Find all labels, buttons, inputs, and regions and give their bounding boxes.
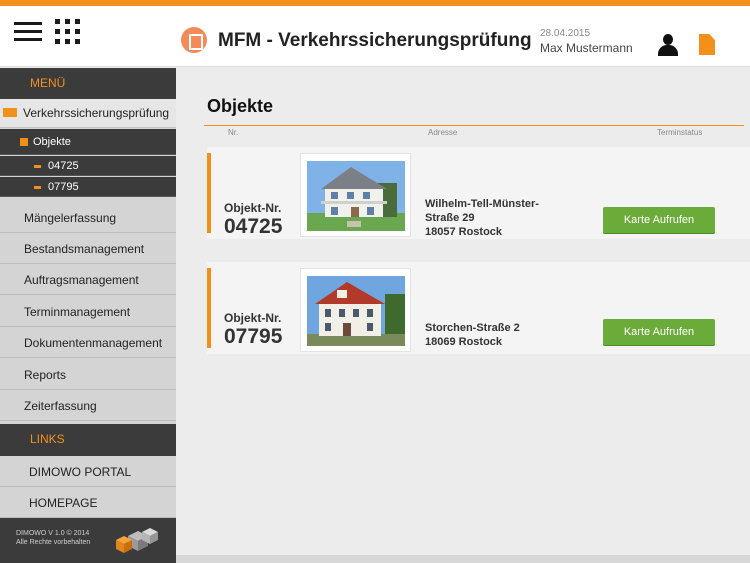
object-nr-label: Objekt-Nr. bbox=[224, 311, 282, 325]
karte-aufrufen-button[interactable]: Karte Aufrufen bbox=[603, 319, 715, 345]
sidebar-item-bestandsmanagement[interactable]: Bestandsmanagement bbox=[0, 233, 176, 264]
column-header-nr: Nr. bbox=[228, 128, 239, 137]
card-accent bbox=[207, 268, 211, 348]
links-heading: LINKS bbox=[0, 424, 176, 456]
header-divider bbox=[204, 125, 744, 126]
page-title: Objekte bbox=[207, 96, 274, 116]
sidebar-footer: DIMOWO V 1.0 © 2014 Alle Rechte vorbehal… bbox=[0, 518, 176, 563]
app-title: MFM - Verkehrssicherungsprüfung bbox=[218, 30, 532, 51]
card-accent bbox=[207, 153, 211, 233]
sidebar-subitem-04725[interactable]: 04725 bbox=[0, 156, 176, 176]
sidebar-item-auftragsmanagement[interactable]: Auftragsmanagement bbox=[0, 264, 176, 295]
sidebar-item-reports[interactable]: Reports bbox=[0, 359, 176, 390]
object-photo[interactable] bbox=[300, 153, 411, 237]
sidebar-item-terminmanagement[interactable]: Terminmanagement bbox=[0, 296, 176, 327]
link-label: HOMEPAGE bbox=[29, 496, 98, 510]
karte-aufrufen-button[interactable]: Karte Aufrufen bbox=[603, 207, 715, 233]
menu-heading: MENÜ bbox=[0, 68, 176, 99]
sidebar-item-label: Auftragsmanagement bbox=[24, 273, 139, 287]
sidebar-item-label: Dokumentenmanagement bbox=[24, 336, 163, 350]
footer-version: DIMOWO V 1.0 © 2014 bbox=[16, 530, 90, 537]
sidebar-item-verkehrssicherungspruefung[interactable]: Verkehrssicherungsprüfung bbox=[0, 99, 176, 128]
object-address: Storchen-Straße 2 18069 Rostock bbox=[425, 322, 520, 348]
sidebar-item-maengelerfassung[interactable]: Mängelerfassung bbox=[0, 202, 176, 233]
object-nr: 04725 bbox=[224, 215, 283, 238]
document-icon[interactable] bbox=[699, 34, 715, 55]
user-icon[interactable] bbox=[657, 34, 679, 58]
bottom-strip bbox=[176, 555, 750, 563]
object-card-07795[interactable]: Objekt-Nr. 07795 Storchen-Straße 2 18069… bbox=[207, 262, 750, 354]
header-user-name: Max Mustermann bbox=[540, 41, 633, 55]
sidebar-subitem-label: Objekte bbox=[33, 136, 71, 148]
sidebar-subitem-objekte[interactable]: Objekte bbox=[0, 129, 176, 155]
menu-icon[interactable] bbox=[14, 20, 44, 44]
sidebar-item-label: Verkehrssicherungsprüfung bbox=[23, 106, 170, 120]
sidebar-subitem-07795[interactable]: 07795 bbox=[0, 177, 176, 197]
sidebar-subitem-label: 04725 bbox=[48, 160, 79, 172]
object-photo[interactable] bbox=[300, 268, 411, 352]
bullet-square-icon bbox=[20, 138, 28, 146]
app-header: MFM - Verkehrssicherungsprüfung 28.04.20… bbox=[0, 6, 750, 67]
sidebar-item-label: Terminmanagement bbox=[24, 305, 131, 319]
sidebar-item-zeiterfassung[interactable]: Zeiterfassung bbox=[0, 390, 176, 421]
cubes-logo-icon bbox=[116, 528, 158, 553]
sidebar-item-label: Zeiterfassung bbox=[24, 399, 97, 413]
object-nr-label: Objekt-Nr. bbox=[224, 201, 282, 215]
object-address: Wilhelm-Tell-Münster- Straße 29 18057 Ro… bbox=[425, 198, 539, 238]
sidebar: MENÜ Verkehrssicherungsprüfung Objekte 0… bbox=[0, 68, 176, 563]
link-label: DIMOWO PORTAL bbox=[29, 465, 132, 479]
column-header-adresse: Adresse bbox=[428, 128, 458, 137]
sidebar-item-dokumentenmanagement[interactable]: Dokumentenmanagement bbox=[0, 327, 176, 358]
bullet-dash-icon bbox=[34, 165, 41, 168]
bullet-dash-icon bbox=[34, 186, 41, 189]
header-date: 28.04.2015 bbox=[540, 28, 591, 39]
grid-icon[interactable] bbox=[55, 19, 81, 45]
active-marker bbox=[3, 108, 17, 117]
link-homepage[interactable]: HOMEPAGE bbox=[0, 487, 176, 518]
sidebar-subitem-label: 07795 bbox=[48, 181, 79, 193]
app-logo-icon bbox=[181, 27, 207, 53]
sidebar-item-label: Mängelerfassung bbox=[24, 211, 117, 225]
link-dimowo-portal[interactable]: DIMOWO PORTAL bbox=[0, 456, 176, 487]
object-nr: 07795 bbox=[224, 325, 283, 348]
object-card-04725[interactable]: Objekt-Nr. 04725 Wilhelm-Tell-Münster- S… bbox=[207, 147, 750, 239]
sidebar-item-label: Reports bbox=[24, 368, 67, 382]
sidebar-item-label: Bestandsmanagement bbox=[24, 242, 145, 256]
column-header-terminstatus: Terminstatus bbox=[657, 128, 703, 137]
footer-rights: Alle Rechte vorbehalten bbox=[16, 539, 91, 546]
